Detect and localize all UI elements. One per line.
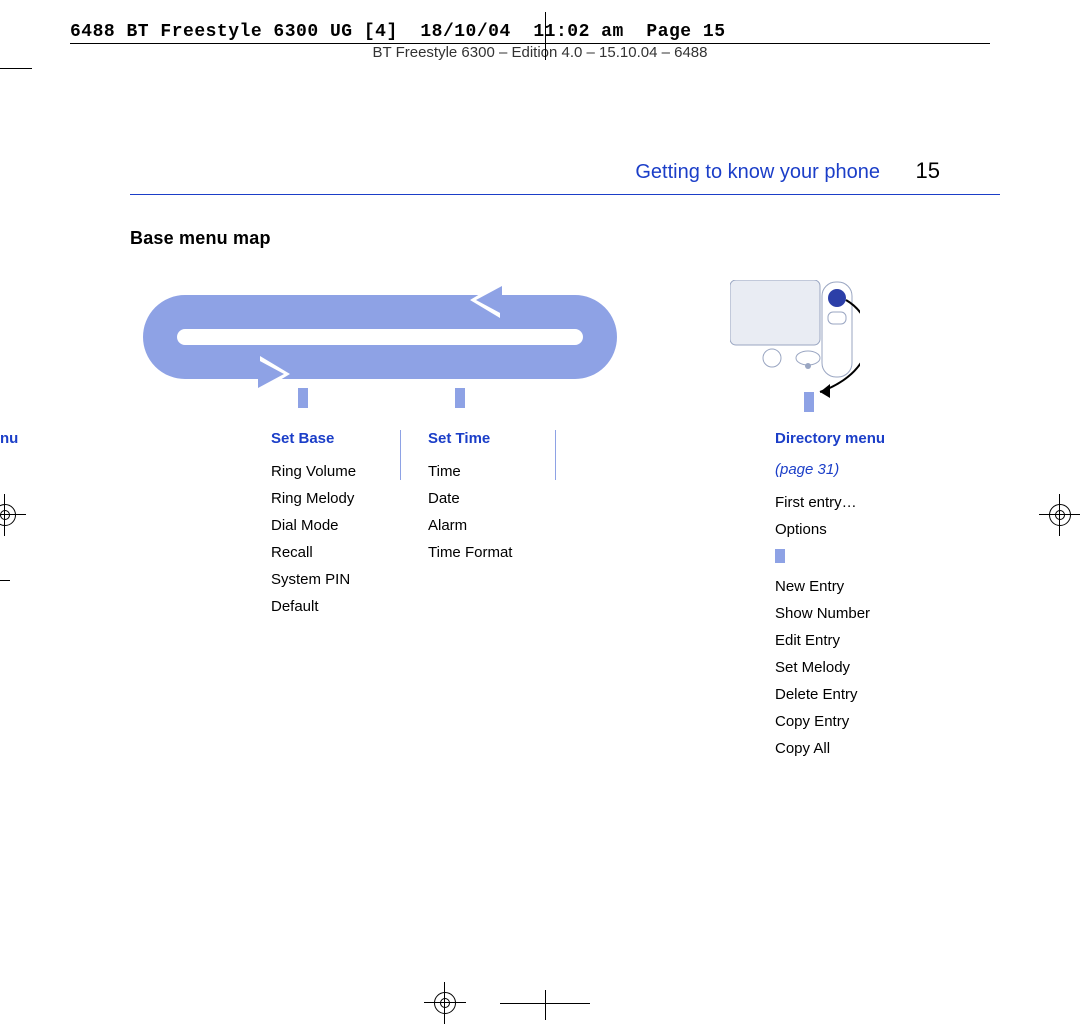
connector-tick bbox=[775, 549, 785, 563]
menu-item: Time bbox=[428, 458, 512, 485]
menu-item: Edit Entry bbox=[775, 627, 885, 654]
column-separator bbox=[400, 430, 401, 480]
menu-item: Default bbox=[271, 593, 356, 620]
crop-mark bbox=[0, 68, 32, 69]
chapter-rule bbox=[130, 194, 1000, 195]
menu-item: Delete Entry bbox=[775, 681, 885, 708]
directory-page-ref: (page 31) bbox=[775, 456, 885, 483]
menu-item: Options bbox=[775, 516, 885, 543]
crop-mark bbox=[545, 12, 546, 60]
crop-mark bbox=[500, 1003, 590, 1004]
set-base-title: Set Base bbox=[271, 425, 356, 452]
column-separator bbox=[555, 430, 556, 480]
print-slug: 6488 BT Freestyle 6300 UG [4] 18/10/04 1… bbox=[70, 22, 726, 42]
directory-menu-column: Directory menu (page 31) First entry… Op… bbox=[775, 425, 885, 762]
crop-mark bbox=[545, 990, 546, 1020]
set-time-title: Set Time bbox=[428, 425, 512, 452]
partial-menu-label: nu bbox=[0, 430, 18, 447]
registration-mark bbox=[430, 988, 460, 1018]
directory-menu-title: Directory menu bbox=[775, 425, 885, 452]
set-time-column: Set Time Time Date Alarm Time Format bbox=[428, 425, 512, 566]
menu-item: Set Melody bbox=[775, 654, 885, 681]
menu-item: Show Number bbox=[775, 600, 885, 627]
menu-item: Ring Melody bbox=[271, 485, 356, 512]
menu-item: New Entry bbox=[775, 573, 885, 600]
chapter-header: Getting to know your phone 15 bbox=[130, 158, 1000, 184]
chapter-title-text: Getting to know your phone bbox=[635, 161, 880, 183]
running-head: BT Freestyle 6300 – Edition 4.0 – 15.10.… bbox=[0, 44, 1080, 61]
registration-mark bbox=[0, 500, 20, 530]
menu-ribbon-graphic bbox=[130, 282, 630, 392]
menu-item: Copy All bbox=[775, 735, 885, 762]
menu-item: System PIN bbox=[271, 566, 356, 593]
connector-tick bbox=[455, 388, 465, 408]
menu-item: Alarm bbox=[428, 512, 512, 539]
crop-mark bbox=[0, 580, 10, 581]
menu-item: Recall bbox=[271, 539, 356, 566]
menu-item: First entry… bbox=[775, 489, 885, 516]
menu-item: Date bbox=[428, 485, 512, 512]
page-number: 15 bbox=[916, 158, 940, 183]
set-base-column: Set Base Ring Volume Ring Melody Dial Mo… bbox=[271, 425, 356, 620]
menu-item: Ring Volume bbox=[271, 458, 356, 485]
menu-item: Dial Mode bbox=[271, 512, 356, 539]
registration-mark bbox=[1045, 500, 1075, 530]
connector-tick bbox=[298, 388, 308, 408]
menu-item: Copy Entry bbox=[775, 708, 885, 735]
menu-item: Time Format bbox=[428, 539, 512, 566]
section-heading: Base menu map bbox=[130, 228, 271, 249]
phone-corner-illustration bbox=[730, 280, 860, 400]
